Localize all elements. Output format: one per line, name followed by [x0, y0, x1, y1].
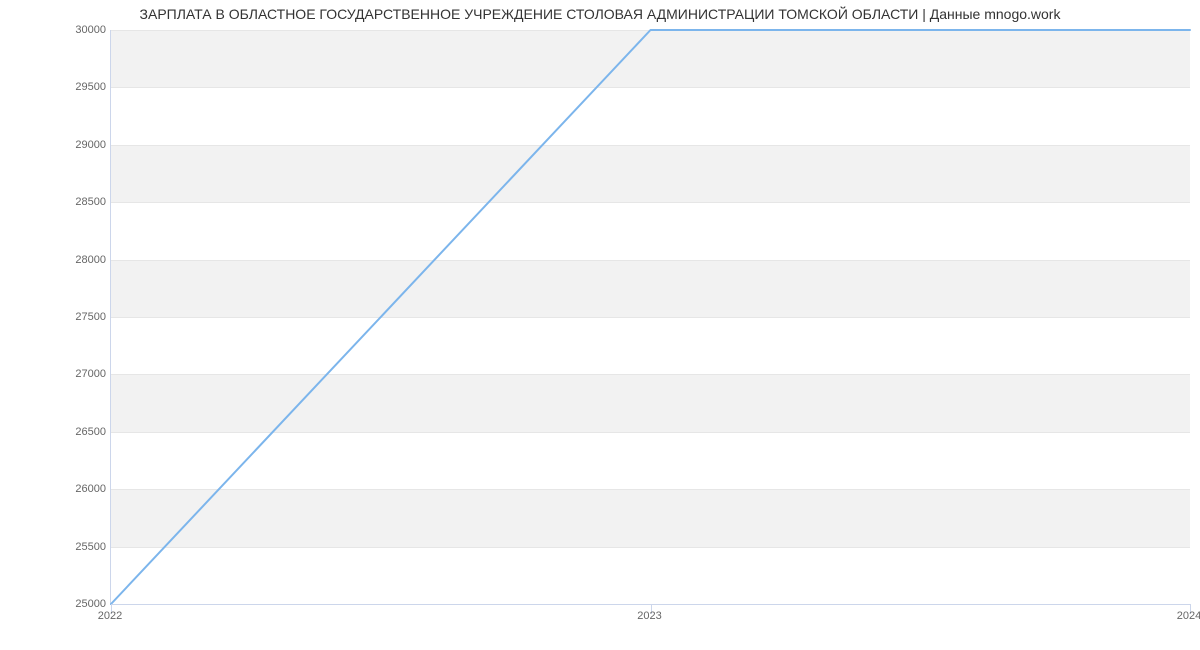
y-tick-label: 28000 [6, 254, 106, 266]
x-tick-label: 2023 [637, 610, 661, 622]
chart-container: ЗАРПЛАТА В ОБЛАСТНОЕ ГОСУДАРСТВЕННОЕ УЧР… [0, 0, 1200, 650]
y-tick-label: 29000 [6, 139, 106, 151]
y-tick-label: 26500 [6, 426, 106, 438]
y-tick-label: 27000 [6, 368, 106, 380]
x-tick-label: 2024 [1177, 610, 1200, 622]
y-tick-label: 26000 [6, 483, 106, 495]
x-tick-label: 2022 [98, 610, 122, 622]
line-series [111, 30, 1190, 604]
y-tick-label: 25000 [6, 598, 106, 610]
y-tick-label: 27500 [6, 311, 106, 323]
chart-title: ЗАРПЛАТА В ОБЛАСТНОЕ ГОСУДАРСТВЕННОЕ УЧР… [0, 6, 1200, 22]
y-tick-label: 25500 [6, 541, 106, 553]
y-tick-label: 30000 [6, 24, 106, 36]
y-tick-label: 28500 [6, 196, 106, 208]
plot-area [110, 30, 1190, 605]
y-tick-label: 29500 [6, 81, 106, 93]
